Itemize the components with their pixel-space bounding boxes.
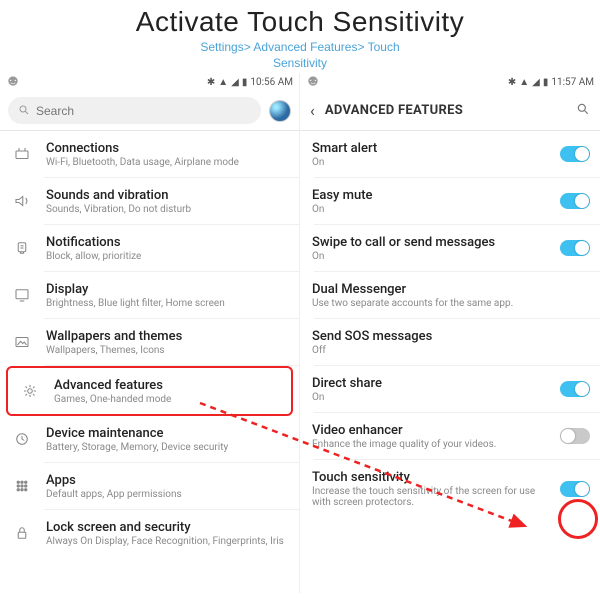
row-title: Swipe to call or send messages: [312, 235, 550, 250]
row-title: Display: [46, 282, 289, 297]
row-sub: Wallpapers, Themes, Icons: [46, 345, 289, 356]
feature-row[interactable]: Send SOS messagesOff: [300, 319, 600, 365]
advanced-icon: [16, 382, 44, 400]
toggle-switch[interactable]: [560, 381, 590, 397]
row-sub: Block, allow, prioritize: [46, 251, 289, 262]
search-box[interactable]: [8, 97, 261, 124]
search-icon: [18, 101, 30, 120]
search-input[interactable]: [36, 104, 251, 118]
status-time: 10:56 AM: [250, 77, 293, 88]
breadcrumb: Settings> Advanced Features> Touch Sensi…: [0, 40, 600, 71]
row-title: Wallpapers and themes: [46, 329, 289, 344]
bluetooth-icon: ✱: [508, 77, 516, 88]
feature-row[interactable]: Direct shareOn: [300, 366, 600, 412]
row-title: Dual Messenger: [312, 282, 590, 297]
settings-row-notifications[interactable]: NotificationsBlock, allow, prioritize: [0, 225, 299, 271]
row-title: Direct share: [312, 376, 550, 391]
toggle-switch[interactable]: [560, 428, 590, 444]
status-bar: ✱ ▲ ◢ ▮ 11:57 AM: [300, 73, 600, 91]
row-sub: Battery, Storage, Memory, Device securit…: [46, 442, 289, 453]
connections-icon: [8, 145, 36, 163]
toggle-switch[interactable]: [560, 146, 590, 162]
settings-row-sound[interactable]: Sounds and vibrationSounds, Vibration, D…: [0, 178, 299, 224]
feature-row[interactable]: Touch sensitivityIncrease the touch sens…: [300, 460, 600, 517]
row-title: Touch sensitivity: [312, 470, 550, 485]
apps-icon: [8, 477, 36, 495]
settings-row-display[interactable]: DisplayBrightness, Blue light filter, Ho…: [0, 272, 299, 318]
feature-row[interactable]: Swipe to call or send messagesOn: [300, 225, 600, 271]
search-row: [0, 91, 299, 131]
feature-row[interactable]: Dual MessengerUse two separate accounts …: [300, 272, 600, 318]
settings-row-lock[interactable]: Lock screen and securityAlways On Displa…: [0, 510, 299, 556]
titlebar: ‹ ADVANCED FEATURES: [300, 91, 600, 131]
row-sub: Increase the touch sensitivity of the sc…: [312, 486, 550, 508]
maintenance-icon: [8, 430, 36, 448]
signal-icon: ◢: [532, 77, 540, 88]
toggle-switch[interactable]: [560, 240, 590, 256]
row-sub: Games, One-handed mode: [54, 394, 281, 405]
notifications-icon: [8, 239, 36, 257]
settings-row-maintenance[interactable]: Device maintenanceBattery, Storage, Memo…: [0, 416, 299, 462]
row-title: Advanced features: [54, 378, 281, 393]
page-title: Activate Touch Sensitivity: [0, 6, 600, 38]
row-sub: Default apps, App permissions: [46, 489, 289, 500]
row-title: Connections: [46, 141, 289, 156]
screenshot-settings: ✱ ▲ ◢ ▮ 10:56 AM ConnectionsWi-Fi, Bluet…: [0, 73, 300, 593]
display-icon: [8, 286, 36, 304]
row-title: Sounds and vibration: [46, 188, 289, 203]
status-time: 11:57 AM: [551, 77, 594, 88]
feature-row[interactable]: Video enhancerEnhance the image quality …: [300, 413, 600, 459]
settings-row-advanced[interactable]: Advanced featuresGames, One-handed mode: [8, 368, 291, 414]
toggle-switch[interactable]: [560, 193, 590, 209]
screen-title: ADVANCED FEATURES: [325, 103, 566, 118]
wifi-icon: ▲: [218, 77, 228, 88]
row-title: Easy mute: [312, 188, 550, 203]
row-sub: On: [312, 392, 550, 403]
feature-row[interactable]: Smart alertOn: [300, 131, 600, 177]
row-title: Device maintenance: [46, 426, 289, 441]
battery-icon: ▮: [242, 77, 248, 88]
reddit-icon: [306, 74, 320, 91]
row-title: Smart alert: [312, 141, 550, 156]
row-sub: Enhance the image quality of your videos…: [312, 439, 550, 450]
avatar[interactable]: [269, 100, 291, 122]
row-sub: Brightness, Blue light filter, Home scre…: [46, 298, 289, 309]
settings-row-apps[interactable]: AppsDefault apps, App permissions: [0, 463, 299, 509]
row-sub: On: [312, 204, 550, 215]
search-icon[interactable]: [576, 101, 590, 120]
screenshot-advanced-features: ✱ ▲ ◢ ▮ 11:57 AM ‹ ADVANCED FEATURES Sma…: [300, 73, 600, 593]
lock-icon: [8, 524, 36, 542]
signal-icon: ◢: [231, 77, 239, 88]
battery-icon: ▮: [543, 77, 549, 88]
bluetooth-icon: ✱: [207, 77, 215, 88]
feature-row[interactable]: Easy muteOn: [300, 178, 600, 224]
settings-row-wallpaper[interactable]: Wallpapers and themesWallpapers, Themes,…: [0, 319, 299, 365]
sound-icon: [8, 192, 36, 210]
row-sub: Wi-Fi, Bluetooth, Data usage, Airplane m…: [46, 157, 289, 168]
row-title: Apps: [46, 473, 289, 488]
row-sub: On: [312, 157, 550, 168]
row-sub: Off: [312, 345, 590, 356]
back-icon[interactable]: ‹: [310, 101, 315, 120]
settings-row-connections[interactable]: ConnectionsWi-Fi, Bluetooth, Data usage,…: [0, 131, 299, 177]
status-bar: ✱ ▲ ◢ ▮ 10:56 AM: [0, 73, 299, 91]
row-title: Notifications: [46, 235, 289, 250]
row-title: Lock screen and security: [46, 520, 289, 535]
toggle-switch[interactable]: [560, 481, 590, 497]
row-sub: On: [312, 251, 550, 262]
row-sub: Use two separate accounts for the same a…: [312, 298, 590, 309]
wallpaper-icon: [8, 333, 36, 351]
reddit-icon: [6, 74, 20, 91]
row-sub: Sounds, Vibration, Do not disturb: [46, 204, 289, 215]
tutorial-header: Activate Touch Sensitivity Settings> Adv…: [0, 0, 600, 73]
row-title: Send SOS messages: [312, 329, 590, 344]
wifi-icon: ▲: [519, 77, 529, 88]
row-sub: Always On Display, Face Recognition, Fin…: [46, 536, 289, 547]
row-title: Video enhancer: [312, 423, 550, 438]
